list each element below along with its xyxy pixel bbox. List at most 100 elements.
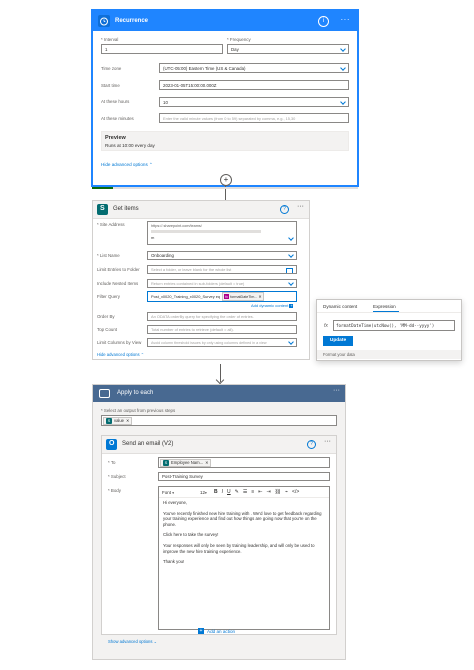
expression-token[interactable]: fx formatDateTim... ✕ bbox=[222, 292, 264, 301]
font-label: Font bbox=[162, 489, 172, 495]
apply-each-header[interactable]: Apply to each ··· bbox=[93, 385, 345, 402]
loop-icon bbox=[99, 389, 110, 398]
recurrence-header[interactable]: Recurrence i ··· bbox=[93, 11, 357, 31]
more-options-icon[interactable]: ··· bbox=[341, 15, 351, 24]
folder-icon[interactable] bbox=[286, 268, 293, 273]
order-by-input[interactable]: An ODATA orderBy query for specifying th… bbox=[147, 312, 297, 321]
timezone-value: (UTC-05:00) Eastern Time (US & Canada) bbox=[163, 65, 246, 71]
chevron-down-icon bbox=[288, 252, 294, 258]
employee-name-token[interactable]: S Employee Nam... ✕ bbox=[160, 458, 212, 467]
sharepoint-icon: S bbox=[106, 417, 112, 424]
recurrence-body: * Interval 1 * Frequency Day Time zone (… bbox=[93, 31, 357, 185]
format-data-label: Format your data bbox=[323, 352, 355, 357]
preview-box: Preview Runs at 10:00 every day bbox=[101, 131, 349, 151]
clock-icon bbox=[98, 15, 110, 27]
unlink-icon[interactable]: ⌁ bbox=[285, 489, 288, 495]
format-data-bar[interactable]: Format your data bbox=[317, 350, 461, 359]
help-icon[interactable]: ? bbox=[280, 205, 289, 214]
limit-columns-label: Limit Columns by View bbox=[97, 340, 142, 345]
indent-increase-icon[interactable]: ⇥ bbox=[266, 489, 270, 495]
italic-icon[interactable]: I bbox=[222, 489, 223, 495]
get-items-card: S Get items ? ··· * Site Address https:/… bbox=[92, 200, 310, 360]
close-icon[interactable]: ✕ bbox=[126, 418, 129, 423]
add-dynamic-content-link[interactable]: Add dynamic content + bbox=[251, 303, 294, 308]
interval-label: * Interval bbox=[101, 37, 119, 42]
nested-items-label: Include Nested Items bbox=[97, 281, 139, 286]
link-icon[interactable]: ⛓ bbox=[275, 489, 281, 495]
limit-folder-label: Limit Entries to Folder bbox=[97, 267, 140, 272]
body-content: Hi everyone, You've recently finished ne… bbox=[163, 500, 325, 565]
show-advanced-options-link[interactable]: Show advanced options ⌄ bbox=[108, 639, 157, 644]
frequency-select[interactable]: Day bbox=[227, 44, 349, 54]
select-output-label: * Select an output from previous steps bbox=[101, 408, 176, 413]
minutes-label: At these minutes bbox=[101, 116, 134, 121]
info-icon[interactable]: i bbox=[318, 16, 329, 27]
limit-columns-select[interactable]: Avoid column threshold issues by only us… bbox=[147, 338, 297, 347]
add-action-icon: + bbox=[198, 628, 204, 634]
get-items-header[interactable]: S Get items ? ··· bbox=[93, 201, 309, 219]
close-icon[interactable]: ✕ bbox=[258, 294, 261, 299]
apply-to-each-card: Apply to each ··· * Select an output fro… bbox=[92, 384, 346, 660]
preview-title: Preview bbox=[105, 135, 126, 141]
add-action-button[interactable]: + Add an action bbox=[198, 628, 235, 634]
nested-items-placeholder: Return entries contained in sub-folders … bbox=[151, 281, 245, 286]
more-options-icon[interactable]: ··· bbox=[324, 438, 331, 445]
font-size-select[interactable]: 12▾ bbox=[200, 490, 214, 495]
bullet-list-icon[interactable]: ☰ bbox=[243, 489, 247, 495]
hours-select[interactable]: 10 bbox=[159, 97, 349, 107]
body-greeting: Hi everyone, bbox=[163, 500, 188, 505]
sharepoint-icon: S bbox=[163, 459, 169, 466]
filter-query-input[interactable]: Post_x0020_Training_x0020_Survey eq fx f… bbox=[147, 291, 297, 302]
top-count-input[interactable]: Total number of entries to retrieve (def… bbox=[147, 325, 297, 334]
help-icon[interactable]: ? bbox=[307, 440, 316, 449]
bold-icon[interactable]: B bbox=[214, 489, 218, 495]
select-output-input[interactable]: S value ✕ bbox=[101, 415, 337, 426]
expression-input[interactable]: formatDateTime(utcNow(), 'MM-dd--yyyy') bbox=[333, 320, 455, 331]
more-options-icon[interactable]: ··· bbox=[297, 203, 304, 210]
more-options-icon[interactable]: ··· bbox=[333, 387, 340, 394]
body-editor[interactable]: Font ▾ 12▾ B I U ✎ ☰ ≡ ⇤ ⇥ ⛓ ⌁ </> Hi ev… bbox=[158, 486, 330, 630]
tab-expression[interactable]: Expression bbox=[373, 304, 396, 309]
add-action-label: Add an action bbox=[207, 628, 236, 634]
starttime-input[interactable]: 2023-01-05T15:00:00.000Z bbox=[159, 80, 349, 90]
send-email-title: Send an email (V2) bbox=[122, 441, 174, 447]
nested-items-select[interactable]: Return entries contained in sub-folders … bbox=[147, 279, 297, 288]
timezone-select[interactable]: (UTC-05:00) Eastern Time (US & Canada) bbox=[159, 63, 349, 73]
close-icon[interactable]: ✕ bbox=[205, 460, 208, 465]
update-button[interactable]: Update bbox=[323, 336, 353, 346]
hide-advanced-options-link[interactable]: Hide advanced options ⌃ bbox=[101, 162, 153, 168]
tab-dynamic-content[interactable]: Dynamic content bbox=[323, 304, 357, 309]
underline-icon[interactable]: U bbox=[227, 489, 231, 495]
site-address-select[interactable]: https://.sharepoint.com/teams/ m bbox=[147, 221, 297, 245]
value-token[interactable]: S value ✕ bbox=[103, 416, 133, 425]
insert-step-button[interactable]: + bbox=[220, 174, 232, 186]
pen-icon[interactable]: ✎ bbox=[235, 489, 239, 495]
code-view-icon[interactable]: </> bbox=[292, 489, 299, 495]
subject-input[interactable]: Post-Training Survey bbox=[158, 472, 330, 481]
hide-advanced-options-link[interactable]: Hide advanced options ⌃ bbox=[97, 352, 144, 357]
value-token-label: value bbox=[114, 418, 125, 423]
list-name-value: Onboarding bbox=[151, 253, 174, 258]
hours-value: 10 bbox=[163, 99, 168, 105]
add-dynamic-label: Add dynamic content bbox=[251, 303, 289, 308]
indent-decrease-icon[interactable]: ⇤ bbox=[258, 489, 262, 495]
limit-folder-input[interactable]: Select a folder, or leave blank for the … bbox=[147, 265, 297, 274]
list-name-select[interactable]: Onboarding bbox=[147, 251, 297, 260]
minutes-input[interactable]: Enter the valid minute values (from 0 to… bbox=[159, 113, 349, 123]
blurred-text bbox=[151, 230, 261, 233]
font-select[interactable]: Font ▾ bbox=[162, 490, 200, 495]
subject-label: * Subject bbox=[108, 474, 126, 479]
expression-token-label: formatDateTim... bbox=[230, 294, 258, 299]
to-label: * To bbox=[108, 460, 116, 465]
tab-underline bbox=[373, 311, 399, 312]
numbered-list-icon[interactable]: ≡ bbox=[251, 489, 254, 495]
chevron-down-icon bbox=[340, 98, 346, 105]
chevron-down-icon bbox=[288, 339, 294, 345]
to-input[interactable]: S Employee Nam... ✕ bbox=[158, 457, 330, 468]
send-email-header[interactable]: O Send an email (V2) ? ··· bbox=[102, 436, 336, 454]
body-paragraph-1: You've recently finished new hire traini… bbox=[163, 510, 322, 527]
order-by-label: Order By bbox=[97, 314, 115, 319]
send-email-card: O Send an email (V2) ? ··· * To S Employ… bbox=[101, 435, 337, 644]
hide-advanced-label: Hide advanced options bbox=[101, 162, 148, 167]
interval-input[interactable]: 1 bbox=[101, 44, 223, 54]
